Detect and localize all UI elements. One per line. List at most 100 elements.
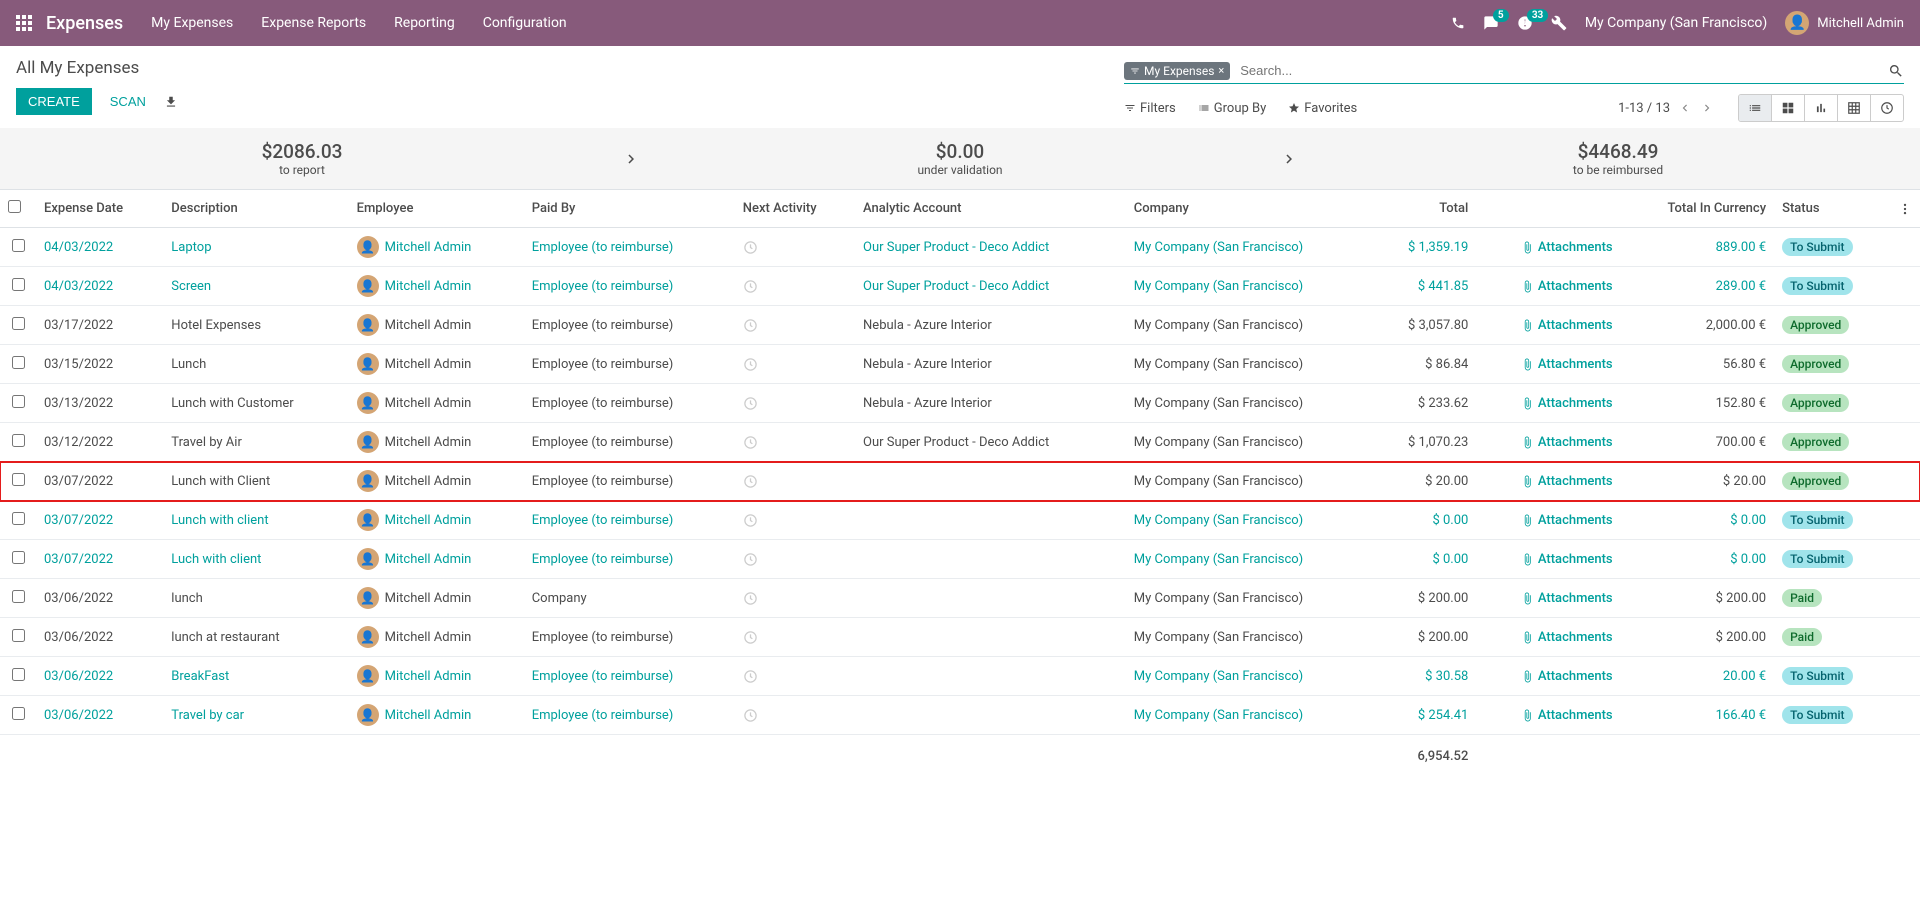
th-employee[interactable]: Employee xyxy=(349,190,524,228)
row-checkbox[interactable] xyxy=(12,473,25,486)
row-checkbox[interactable] xyxy=(12,590,25,603)
nav-configuration[interactable]: Configuration xyxy=(483,15,567,31)
chat-badge: 5 xyxy=(1493,9,1509,22)
row-checkbox[interactable] xyxy=(12,395,25,408)
clock-icon[interactable] xyxy=(743,434,758,449)
summary-to-reimburse[interactable]: $4468.49 to be reimbursed xyxy=(1316,140,1920,177)
th-total-currency[interactable]: Total In Currency xyxy=(1621,190,1774,228)
attachments-button[interactable]: Attachments xyxy=(1484,474,1612,489)
pager-prev-icon[interactable] xyxy=(1678,101,1692,116)
th-date[interactable]: Expense Date xyxy=(36,190,163,228)
company-selector[interactable]: My Company (San Francisco) xyxy=(1585,15,1767,31)
brand-title[interactable]: Expenses xyxy=(46,13,123,34)
table-row[interactable]: 03/06/2022 lunch Mitchell Admin Company … xyxy=(0,579,1920,618)
view-activity-icon[interactable] xyxy=(1870,95,1903,121)
create-button[interactable]: CREATE xyxy=(16,88,92,115)
clock-icon[interactable] xyxy=(743,629,758,644)
row-checkbox[interactable] xyxy=(12,278,25,291)
table-row[interactable]: 03/06/2022 lunch at restaurant Mitchell … xyxy=(0,618,1920,657)
row-checkbox[interactable] xyxy=(12,434,25,447)
table-row[interactable]: 03/06/2022 Travel by car Mitchell Admin … xyxy=(0,696,1920,735)
attachments-button[interactable]: Attachments xyxy=(1484,279,1612,294)
search-input[interactable] xyxy=(1236,61,1888,80)
attachments-button[interactable]: Attachments xyxy=(1484,513,1612,528)
filters-button[interactable]: Filters xyxy=(1124,101,1176,116)
clock-icon[interactable] xyxy=(743,668,758,683)
th-total[interactable]: Total xyxy=(1374,190,1476,228)
pager-next-icon[interactable] xyxy=(1700,101,1714,116)
cell-total-currency: $ 20.00 xyxy=(1723,474,1766,489)
view-pivot-icon[interactable] xyxy=(1837,95,1870,121)
row-checkbox[interactable] xyxy=(12,356,25,369)
phone-icon[interactable] xyxy=(1451,16,1465,30)
search-filter-tag[interactable]: My Expenses × xyxy=(1124,62,1230,80)
nav-my-expenses[interactable]: My Expenses xyxy=(151,15,233,31)
attachments-button[interactable]: Attachments xyxy=(1484,708,1612,723)
row-checkbox[interactable] xyxy=(12,512,25,525)
clock-icon[interactable] xyxy=(743,239,758,254)
chat-icon[interactable]: 5 xyxy=(1483,15,1499,31)
clock-icon[interactable] xyxy=(743,707,758,722)
clock-icon[interactable] xyxy=(743,551,758,566)
table-row[interactable]: 03/07/2022 Lunch with client Mitchell Ad… xyxy=(0,501,1920,540)
clock-icon[interactable] xyxy=(743,356,758,371)
attachments-button[interactable]: Attachments xyxy=(1484,552,1612,567)
attachments-button[interactable]: Attachments xyxy=(1484,396,1612,411)
favorites-button[interactable]: Favorites xyxy=(1288,101,1357,116)
summary-under-validation[interactable]: $0.00 under validation xyxy=(658,140,1262,177)
scan-button[interactable]: SCAN xyxy=(110,94,146,109)
row-checkbox[interactable] xyxy=(12,317,25,330)
groupby-button[interactable]: Group By xyxy=(1198,101,1267,116)
view-list-icon[interactable] xyxy=(1739,95,1771,121)
user-menu[interactable]: Mitchell Admin xyxy=(1785,11,1904,35)
nav-reporting[interactable]: Reporting xyxy=(394,15,455,31)
th-description[interactable]: Description xyxy=(163,190,348,228)
attachments-button[interactable]: Attachments xyxy=(1484,435,1612,450)
download-icon[interactable] xyxy=(164,94,178,109)
attachments-button[interactable]: Attachments xyxy=(1484,357,1612,372)
th-analytic[interactable]: Analytic Account xyxy=(855,190,1126,228)
optional-columns-icon[interactable] xyxy=(1890,190,1920,228)
th-status[interactable]: Status xyxy=(1774,190,1890,228)
table-row[interactable]: 03/13/2022 Lunch with Customer Mitchell … xyxy=(0,384,1920,423)
view-kanban-icon[interactable] xyxy=(1771,95,1804,121)
attachments-button[interactable]: Attachments xyxy=(1484,630,1612,645)
table-row[interactable]: 04/03/2022 Screen Mitchell Admin Employe… xyxy=(0,267,1920,306)
select-all-checkbox[interactable] xyxy=(8,200,21,213)
table-row[interactable]: 04/03/2022 Laptop Mitchell Admin Employe… xyxy=(0,228,1920,267)
activity-icon[interactable]: 33 xyxy=(1517,15,1533,31)
summary-to-report[interactable]: $2086.03 to report xyxy=(0,140,604,177)
row-checkbox[interactable] xyxy=(12,668,25,681)
search-icon[interactable] xyxy=(1888,63,1904,79)
row-checkbox[interactable] xyxy=(12,551,25,564)
clock-icon[interactable] xyxy=(743,590,758,605)
table-row[interactable]: 03/06/2022 BreakFast Mitchell Admin Empl… xyxy=(0,657,1920,696)
clock-icon[interactable] xyxy=(743,512,758,527)
apps-icon[interactable] xyxy=(16,15,32,31)
th-activity[interactable]: Next Activity xyxy=(735,190,855,228)
attachments-button[interactable]: Attachments xyxy=(1484,240,1612,255)
attachments-button[interactable]: Attachments xyxy=(1484,669,1612,684)
cell-description: Screen xyxy=(171,279,211,294)
th-company[interactable]: Company xyxy=(1126,190,1374,228)
clock-icon[interactable] xyxy=(743,473,758,488)
debug-icon[interactable] xyxy=(1551,15,1567,31)
clock-icon[interactable] xyxy=(743,395,758,410)
table-row[interactable]: 03/07/2022 Luch with client Mitchell Adm… xyxy=(0,540,1920,579)
close-icon[interactable]: × xyxy=(1218,64,1224,77)
clock-icon[interactable] xyxy=(743,278,758,293)
nav-expense-reports[interactable]: Expense Reports xyxy=(261,15,366,31)
table-row[interactable]: 03/12/2022 Travel by Air Mitchell Admin … xyxy=(0,423,1920,462)
clock-icon[interactable] xyxy=(743,317,758,332)
attachments-button[interactable]: Attachments xyxy=(1484,318,1612,333)
th-paidby[interactable]: Paid By xyxy=(524,190,735,228)
attachments-button[interactable]: Attachments xyxy=(1484,591,1612,606)
table-row[interactable]: 03/15/2022 Lunch Mitchell Admin Employee… xyxy=(0,345,1920,384)
row-checkbox[interactable] xyxy=(12,707,25,720)
table-row[interactable]: 03/07/2022 Lunch with Client Mitchell Ad… xyxy=(0,462,1920,501)
row-checkbox[interactable] xyxy=(12,239,25,252)
row-checkbox[interactable] xyxy=(12,629,25,642)
table-row[interactable]: 03/17/2022 Hotel Expenses Mitchell Admin… xyxy=(0,306,1920,345)
view-graph-icon[interactable] xyxy=(1804,95,1837,121)
pager-value[interactable]: 1-13 / 13 xyxy=(1618,101,1670,116)
